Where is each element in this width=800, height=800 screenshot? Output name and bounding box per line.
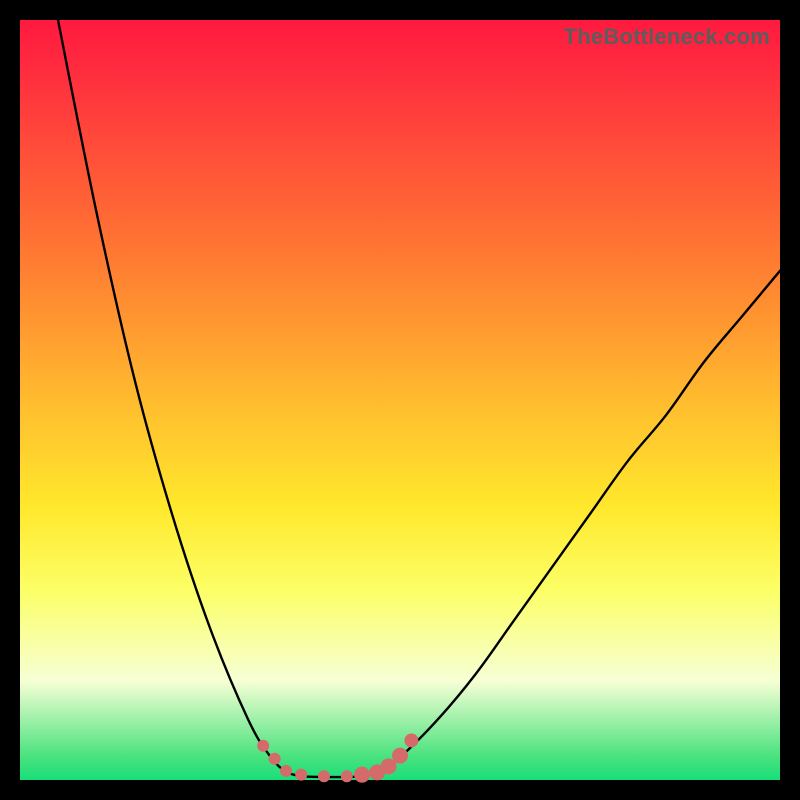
bottom-dots <box>257 733 418 782</box>
plot-area: TheBottleneck.com <box>20 20 780 780</box>
curve-layer <box>20 20 780 780</box>
chart-frame: TheBottleneck.com <box>0 0 800 800</box>
marker-dot <box>404 733 418 747</box>
marker-dot <box>392 748 408 764</box>
marker-dot <box>295 769 307 781</box>
marker-dot <box>269 753 281 765</box>
marker-dot <box>341 770 353 782</box>
marker-dot <box>280 765 292 777</box>
marker-dot <box>318 770 330 782</box>
marker-dot <box>354 767 370 783</box>
curve-right <box>377 271 780 773</box>
marker-dot <box>257 740 269 752</box>
curve-left <box>58 20 286 772</box>
